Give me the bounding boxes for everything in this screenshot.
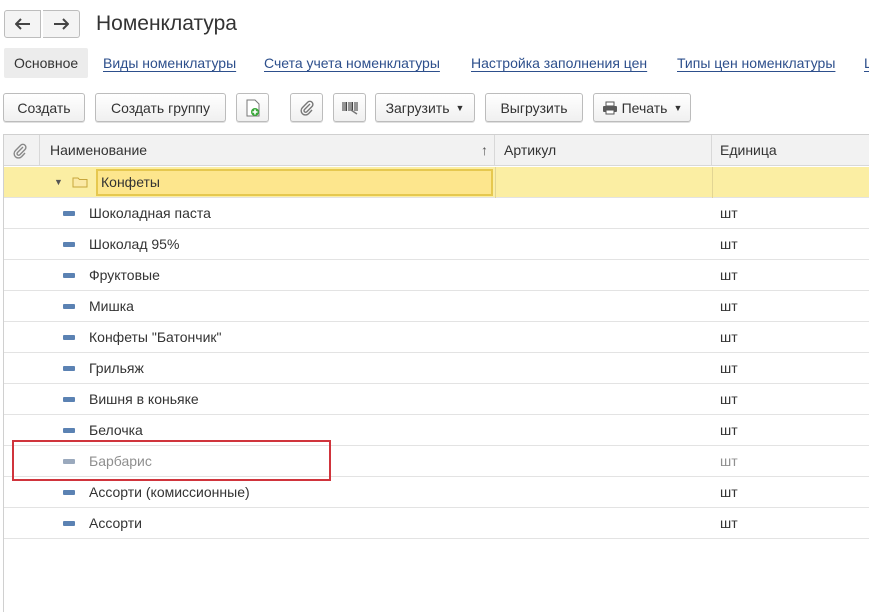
expand-caret-icon[interactable]: ▼ [54, 177, 63, 187]
item-unit: шт [720, 205, 738, 221]
item-icon [63, 211, 75, 216]
caret-down-icon: ▼ [673, 102, 683, 113]
column-divider [712, 167, 713, 198]
item-name: Ассорти [89, 515, 142, 531]
tab-accounts[interactable]: Счета учета номенклатуры [264, 48, 440, 78]
item-icon [63, 366, 75, 371]
item-unit: шт [720, 453, 738, 469]
attach-button[interactable] [290, 93, 323, 122]
item-icon [63, 273, 75, 278]
item-unit: шт [720, 391, 738, 407]
tab-overflow[interactable]: Ц [864, 48, 869, 78]
tab-item-types[interactable]: Виды номенклатуры [103, 48, 236, 78]
attachment-column-header[interactable] [4, 135, 40, 166]
column-header-article[interactable]: Артикул [495, 135, 712, 166]
item-name: Ассорти (комиссионные) [89, 484, 250, 500]
document-add-icon [246, 99, 259, 116]
item-unit: шт [720, 360, 738, 376]
item-icon [63, 335, 75, 340]
item-icon [63, 242, 75, 247]
item-unit: шт [720, 515, 738, 531]
arrow-left-icon [14, 18, 30, 30]
table-row[interactable]: Шоколад 95% шт [4, 229, 869, 260]
unload-button[interactable]: Выгрузить [485, 93, 583, 122]
create-group-label: Создать группу [111, 99, 210, 116]
column-header-unit[interactable]: Единица [712, 135, 869, 166]
create-button-label: Создать [17, 99, 71, 116]
column-header-name[interactable]: Наименование ↑ [40, 135, 495, 166]
item-name: Грильяж [89, 360, 144, 376]
item-icon [63, 521, 75, 526]
sort-ascending-icon: ↑ [481, 142, 488, 158]
caret-down-icon: ▼ [455, 102, 465, 113]
load-button-label: Загрузить [385, 99, 450, 116]
table-row[interactable]: Мишка шт [4, 291, 869, 322]
item-name: Вишня в коньяке [89, 391, 199, 407]
item-unit: шт [720, 298, 738, 314]
tab-price-settings[interactable]: Настройка заполнения цен [471, 48, 647, 78]
print-button[interactable]: Печать ▼ [593, 93, 691, 122]
item-unit: шт [720, 484, 738, 500]
arrow-right-icon [54, 18, 69, 30]
table-row[interactable]: Фруктовые шт [4, 260, 869, 291]
item-unit: шт [720, 267, 738, 283]
column-divider [495, 167, 496, 198]
table-row[interactable]: Ассорти шт [4, 508, 869, 539]
item-name: Шоколадная паста [89, 205, 211, 221]
item-name: Фруктовые [89, 267, 160, 283]
item-name: Мишка [89, 298, 134, 314]
tab-price-types[interactable]: Типы цен номенклатуры [677, 48, 835, 78]
table-row[interactable]: Вишня в коньяке шт [4, 384, 869, 415]
toolbar: Создать Создать группу Загрузить ▼ Выгруз… [0, 93, 869, 123]
table-row[interactable]: Шоколадная паста шт [4, 198, 869, 229]
tab-main[interactable]: Основное [4, 48, 89, 78]
item-icon [63, 428, 75, 433]
item-name: Конфеты "Батончик" [89, 329, 222, 345]
print-button-label: Печать [621, 99, 668, 116]
table-row-group[interactable]: ▼ Конфеты [4, 167, 869, 198]
folder-icon [72, 177, 88, 188]
highlight-annotation [12, 440, 331, 481]
table-header: Наименование ↑ Артикул Единица [4, 135, 869, 166]
load-button[interactable]: Загрузить ▼ [375, 93, 475, 122]
create-group-button[interactable]: Создать группу [95, 93, 226, 122]
forward-button[interactable] [43, 10, 80, 38]
item-icon [63, 304, 75, 309]
paperclip-icon [13, 143, 27, 159]
item-icon [63, 490, 75, 495]
table-row[interactable]: Грильяж шт [4, 353, 869, 384]
page-title: Номенклатура [96, 12, 237, 35]
item-unit: шт [720, 329, 738, 345]
title-bar: Номенклатура [0, 0, 869, 46]
copy-new-button[interactable] [236, 93, 269, 122]
barcode-button[interactable] [333, 93, 366, 122]
column-header-unit-label: Единица [720, 142, 777, 158]
unload-button-label: Выгрузить [500, 99, 568, 116]
item-name: Шоколад 95% [89, 236, 180, 252]
table-row[interactable]: Конфеты "Батончик" шт [4, 322, 869, 353]
item-icon [63, 397, 75, 402]
group-name: Конфеты [101, 174, 160, 190]
paperclip-icon [299, 100, 314, 116]
items-table: Наименование ↑ Артикул Единица ▼ Конфеты… [3, 134, 869, 612]
create-button[interactable]: Создать [3, 93, 85, 122]
table-row[interactable]: Ассорти (комиссионные) шт [4, 477, 869, 508]
barcode-icon [341, 101, 358, 115]
section-tabs: Основное Виды номенклатуры Счета учета н… [0, 48, 869, 78]
column-header-article-label: Артикул [504, 142, 557, 158]
item-unit: шт [720, 422, 738, 438]
printer-icon [602, 101, 617, 114]
back-button[interactable] [4, 10, 41, 38]
column-header-name-label: Наименование [50, 142, 148, 158]
item-unit: шт [720, 236, 738, 252]
